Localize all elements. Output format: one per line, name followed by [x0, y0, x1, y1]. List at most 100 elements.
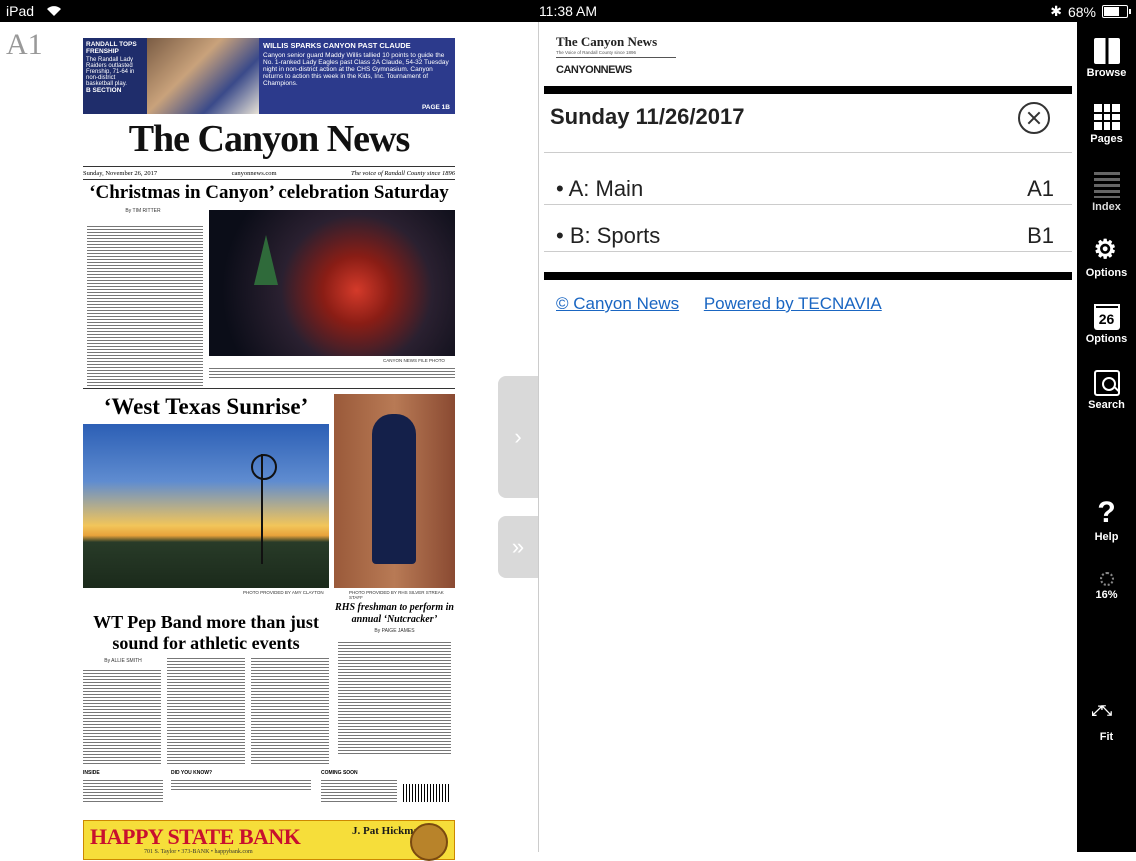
copyright-link[interactable]: © Canyon News [556, 294, 679, 313]
photo-sunrise[interactable] [83, 424, 329, 588]
article-text-pep-col1 [83, 668, 161, 764]
byline-nutcracker: By PAIGE JAMES [374, 628, 415, 634]
article-text-nutcracker [338, 640, 451, 756]
download-progress: 16% [1077, 572, 1136, 601]
status-left: iPad [6, 3, 62, 19]
photo-nutcracker[interactable] [334, 394, 455, 588]
device-name: iPad [6, 3, 35, 19]
help-icon [1094, 496, 1120, 530]
bluetooth-icon: ✱ [1050, 3, 1062, 19]
search-label: Search [1088, 399, 1125, 411]
battery-icon [1102, 5, 1131, 18]
options-label: Options [1085, 267, 1128, 279]
photo1-credit: CANYON NEWS FILE PHOTO [383, 358, 445, 363]
index-button[interactable]: Index [1077, 172, 1136, 213]
progress-label: 16% [1095, 589, 1118, 601]
book-icon [1093, 38, 1120, 64]
help-button[interactable]: Help [1077, 496, 1136, 543]
inside-list [83, 778, 163, 804]
separator [544, 251, 1072, 252]
promo-right[interactable]: WILLIS SPARKS CANYON PAST CLAUDE Canyon … [259, 38, 455, 114]
divider [83, 388, 455, 389]
pages-button[interactable]: Pages [1077, 104, 1136, 145]
pages-label: Pages [1090, 133, 1123, 145]
close-icon[interactable] [1018, 102, 1050, 134]
status-bar: iPad 11:38 AM ✱ 68% [0, 0, 1136, 22]
promo-right-page: PAGE 1B [421, 104, 450, 111]
calendar-button[interactable]: 26 Options [1077, 304, 1136, 345]
issue-date: Sunday 11/26/2017 [550, 104, 745, 129]
ad-seal [410, 823, 448, 861]
ad-sub: 701 S. Taylor • 373-BANK • happybank.com [144, 849, 253, 855]
wifi-icon [46, 6, 61, 16]
logo-brand: CANYONNEWS [556, 64, 632, 76]
search-icon [1093, 370, 1120, 396]
last-page-tab[interactable]: » [498, 516, 538, 578]
article-text-pep-col3 [251, 656, 329, 764]
headline-sunrise[interactable]: ‘West Texas Sunrise’ [83, 394, 329, 420]
promo-right-title: WILLIS SPARKS CANYON PAST CLAUDE [263, 41, 411, 50]
canyon-news-logo: The Canyon News The Voice of Randall Cou… [556, 34, 676, 76]
options-button[interactable]: Options [1077, 234, 1136, 279]
tree-shape [254, 235, 278, 285]
coming-soon-text [321, 778, 397, 804]
promo-strip[interactable]: RANDALL TOPS FRENSHIP The Randall Lady R… [83, 38, 455, 114]
article-text-christmas [87, 224, 203, 390]
browse-label: Browse [1086, 67, 1127, 79]
photo2-credit: PHOTO PROVIDED BY AMY CLAYTON [243, 590, 324, 595]
section-name: • A: Main [556, 176, 644, 201]
byline-christmas: By TIM RITTER [125, 208, 161, 214]
logo-title: The Canyon News [556, 34, 658, 49]
index-panel: The Canyon News The Voice of Randall Cou… [540, 22, 1076, 852]
search-button[interactable]: Search [1077, 370, 1136, 411]
gears-icon [1094, 234, 1120, 265]
section-name: • B: Sports [556, 223, 661, 248]
barcode [403, 784, 451, 802]
did-you-know-text [171, 778, 311, 792]
toolbar: Browse Pages Index Options 26 Options Se… [1077, 22, 1136, 852]
promo-left[interactable]: RANDALL TOPS FRENSHIP The Randall Lady R… [83, 38, 147, 114]
next-page-tab[interactable]: › [498, 376, 538, 498]
separator [544, 204, 1072, 205]
calendar-label: Options [1085, 333, 1128, 345]
dateline: Sunday, November 26, 2017 canyonnews.com… [83, 166, 455, 180]
bank-ad[interactable]: HAPPY STATE BANK 701 S. Taylor • 373-BAN… [83, 820, 455, 861]
byline-pep-band: By ALLIE SMITH [104, 658, 142, 664]
promo-left-text: The Randall Lady Raiders outlasted Frens… [86, 57, 135, 87]
fit-button[interactable]: Fit [1077, 702, 1136, 743]
footer-links: © Canyon News Powered by TECNAVIA [556, 294, 902, 314]
status-right: ✱ 68% [1050, 3, 1131, 20]
promo-left-title: RANDALL TOPS FRENSHIP [86, 41, 137, 55]
coming-soon: COMING SOON [321, 770, 358, 776]
photo3-credit: PHOTO PROVIDED BY RHS SILVER STREAK STAF… [349, 590, 444, 600]
paper-site: canyonnews.com [231, 169, 277, 177]
headline-christmas[interactable]: ‘Christmas in Canyon’ celebration Saturd… [83, 182, 455, 204]
index-label: Index [1092, 201, 1121, 213]
promo-photo [147, 38, 259, 114]
headline-nutcracker[interactable]: RHS freshman to perform in annual ‘Nutcr… [334, 602, 455, 626]
page-viewer[interactable]: A1 RANDALL TOPS FRENSHIP The Randall Lad… [0, 22, 539, 861]
battery-fill [1104, 7, 1119, 16]
headline-pep-band[interactable]: WT Pep Band more than just sound for ath… [83, 612, 329, 654]
inside-strip: INSIDE DID YOU KNOW? COMING SOON [83, 770, 455, 806]
photo-firetruck[interactable] [209, 210, 455, 356]
separator [544, 152, 1072, 153]
browse-button[interactable]: Browse [1077, 38, 1136, 79]
calendar-day: 26 [1098, 311, 1115, 327]
windmill-shape [251, 454, 277, 564]
powered-by-link[interactable]: Powered by TECNAVIA [704, 294, 882, 313]
dancer-shape [372, 414, 416, 564]
article-text-pep-col2 [167, 656, 245, 764]
spinner-icon [1099, 572, 1114, 586]
help-label: Help [1094, 531, 1119, 543]
did-you-know: DID YOU KNOW? [171, 770, 213, 776]
newspaper-page[interactable]: RANDALL TOPS FRENSHIP The Randall Lady R… [83, 38, 455, 861]
paper-motto: The voice of Randall County since 1896 [351, 169, 455, 177]
page-label: A1 [6, 28, 43, 61]
paper-date: Sunday, November 26, 2017 [83, 169, 158, 177]
battery-percent: 68% [1067, 3, 1096, 20]
expand-icon [1092, 702, 1120, 728]
section-code: A1 [1027, 176, 1054, 201]
grid-icon [1093, 104, 1120, 130]
status-time: 11:38 AM [538, 3, 598, 19]
